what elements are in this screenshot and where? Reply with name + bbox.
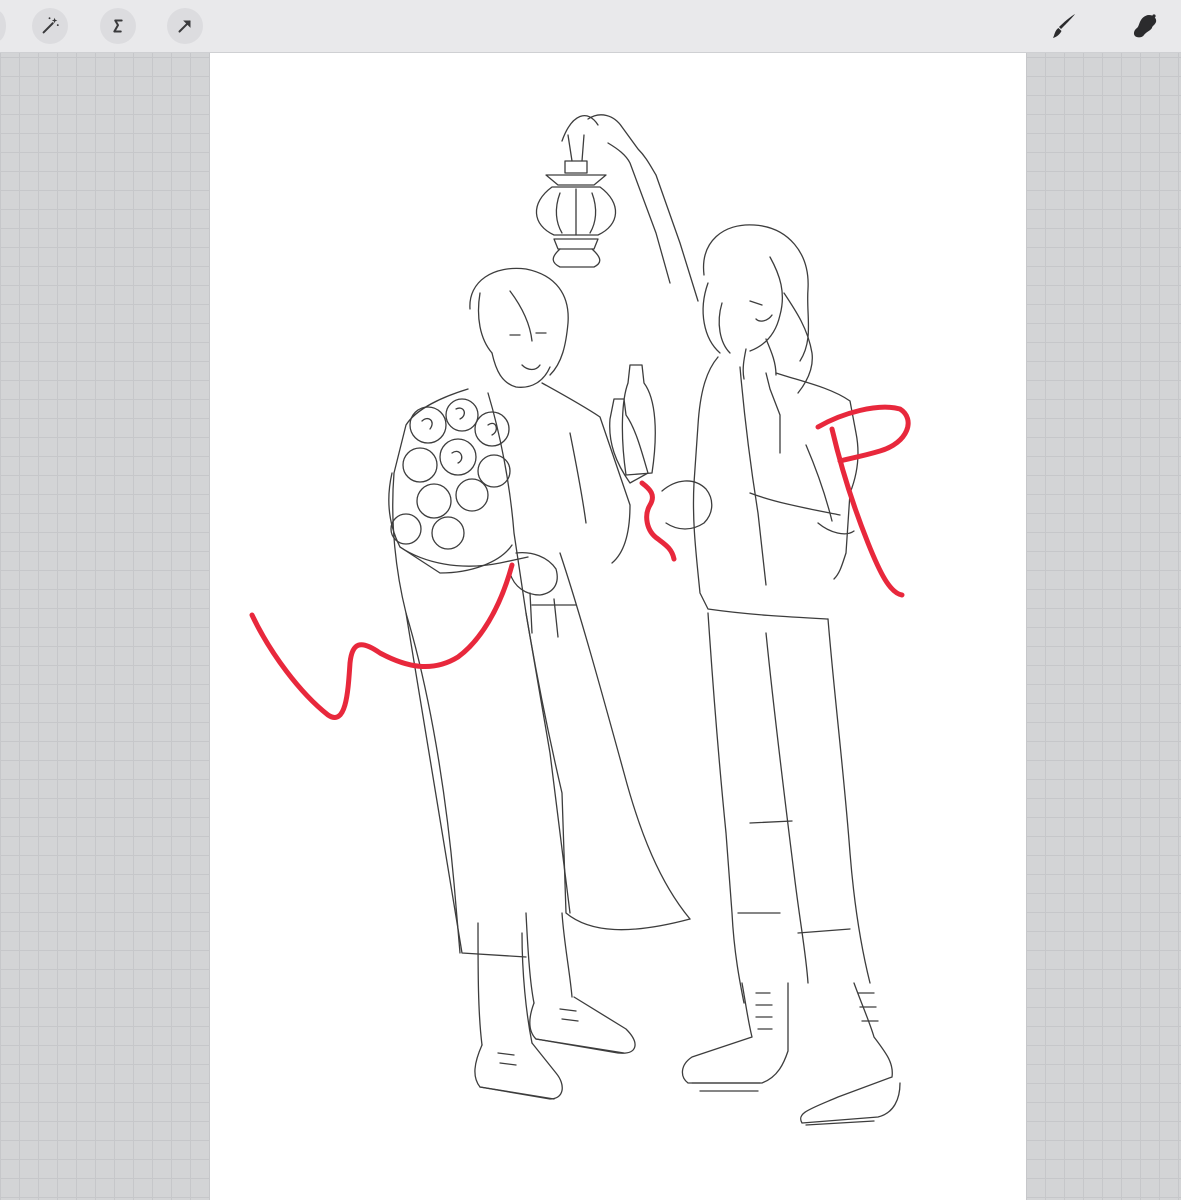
brush-button[interactable] — [1046, 8, 1082, 44]
lantern-drawing — [535, 115, 617, 268]
annotation-letter-w — [249, 562, 515, 720]
annotation-letter-i — [639, 480, 677, 562]
top-toolbar — [0, 0, 1181, 53]
selection-button[interactable] — [100, 8, 136, 44]
transform-button[interactable] — [167, 8, 203, 44]
smudge-button[interactable] — [1127, 8, 1163, 44]
drawing-canvas[interactable] — [210, 53, 1026, 1200]
arrow-cursor-icon — [178, 20, 191, 33]
adjustments-button[interactable] — [32, 8, 68, 44]
smudge-icon — [1133, 14, 1157, 38]
annotation-letter-p — [815, 404, 911, 598]
line-art-illustration — [249, 114, 911, 1126]
gallery-button[interactable] — [0, 10, 6, 42]
bouquet-drawing — [388, 398, 529, 574]
magic-wand-icon — [42, 17, 59, 34]
selection-s-icon — [113, 19, 123, 33]
brush-icon — [1053, 14, 1075, 38]
